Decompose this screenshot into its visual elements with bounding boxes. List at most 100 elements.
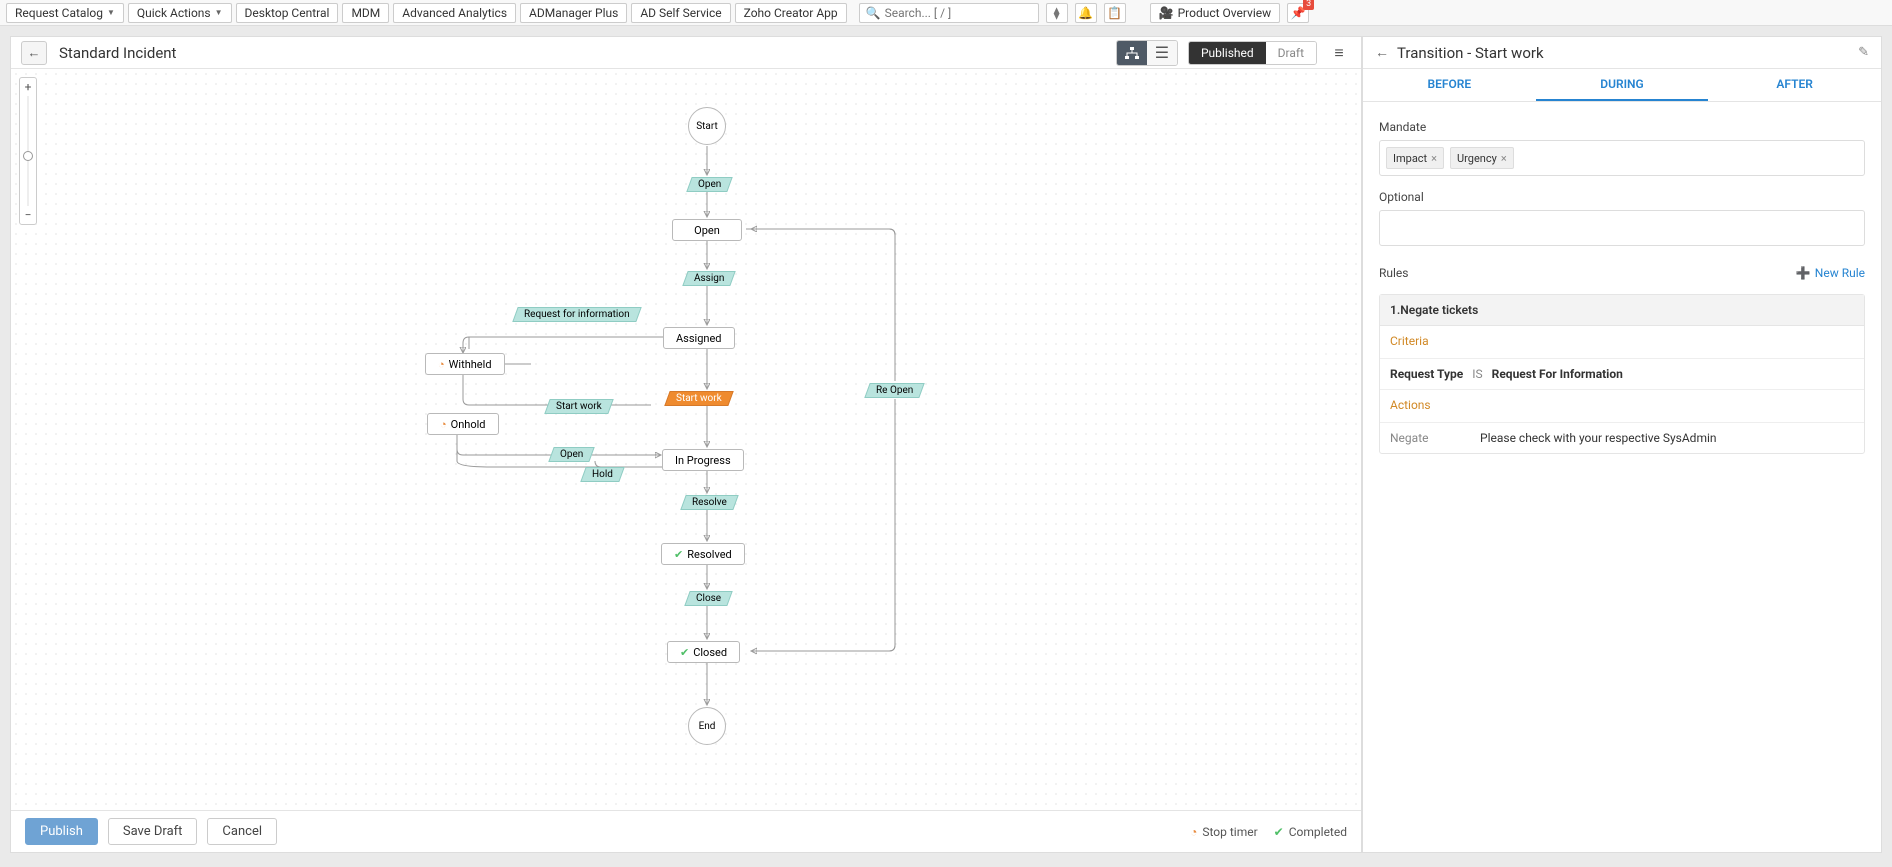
- workflow-canvas-panel: ← Standard Incident ☰ Published Draft ≡ …: [10, 36, 1362, 853]
- action-row: Negate Please check with your respective…: [1390, 431, 1854, 445]
- diagram-view-button[interactable]: [1117, 41, 1147, 65]
- search-input[interactable]: [885, 6, 1032, 20]
- criteria-operator: IS: [1466, 367, 1488, 381]
- nav-link[interactable]: Zoho Creator App: [735, 3, 847, 23]
- state-label: Resolved: [687, 548, 732, 561]
- transition-start-work[interactable]: Start work: [544, 399, 613, 414]
- state-withheld[interactable]: ◔Withheld: [425, 353, 505, 375]
- remove-tag-icon[interactable]: ×: [1431, 152, 1437, 165]
- nav-link[interactable]: MDM: [342, 3, 389, 23]
- pin-badge: 3: [1303, 0, 1314, 10]
- clipboard-icon[interactable]: 📋: [1104, 3, 1126, 23]
- transition-label: Re Open: [876, 385, 913, 396]
- state-closed[interactable]: ✔Closed: [667, 641, 740, 663]
- rule-item: 1.Negate tickets Criteria Request Type I…: [1379, 294, 1865, 454]
- caret-down-icon: ▼: [215, 8, 223, 17]
- publish-button[interactable]: Publish: [25, 818, 98, 845]
- transition-open-alt[interactable]: Open: [548, 447, 595, 462]
- quick-actions-label: Quick Actions: [137, 6, 211, 20]
- transition-panel: ← Transition - Start work ✎ BEFORE DURIN…: [1362, 36, 1882, 853]
- transition-reopen[interactable]: Re Open: [864, 383, 925, 398]
- people-icon[interactable]: ⧫: [1046, 3, 1068, 23]
- state-onhold[interactable]: ◔ Onhold: [427, 413, 499, 435]
- timer-icon: ◔: [438, 358, 445, 371]
- list-view-button[interactable]: ☰: [1147, 41, 1177, 65]
- transition-start-work-selected[interactable]: Start work: [664, 391, 733, 406]
- zoom-control: + −: [19, 77, 37, 225]
- transition-tabs: BEFORE DURING AFTER: [1363, 69, 1881, 102]
- caret-down-icon: ▼: [107, 8, 115, 17]
- timer-icon: ◔: [440, 418, 447, 431]
- state-label: Onhold: [451, 418, 486, 431]
- tab-during[interactable]: DURING: [1536, 69, 1709, 101]
- product-overview-label: Product Overview: [1178, 6, 1272, 20]
- legend-label: Completed: [1289, 825, 1347, 839]
- request-catalog-dropdown[interactable]: Request Catalog ▼: [6, 3, 124, 23]
- plus-icon: ➕: [1796, 266, 1811, 280]
- check-icon: ✔: [680, 646, 689, 659]
- state-label: Assigned: [676, 332, 722, 345]
- nav-link[interactable]: ADManager Plus: [520, 3, 627, 23]
- canvas-header: ← Standard Incident ☰ Published Draft ≡: [11, 37, 1361, 69]
- panel-body: Mandate Impact× Urgency× Optional Rules …: [1363, 102, 1881, 852]
- panel-back-button[interactable]: ←: [1375, 44, 1389, 61]
- view-toggle: ☰: [1116, 40, 1178, 66]
- canvas[interactable]: + −: [11, 69, 1361, 810]
- rule-title[interactable]: 1.Negate tickets: [1380, 295, 1864, 326]
- request-catalog-label: Request Catalog: [15, 6, 103, 20]
- product-overview-button[interactable]: 🎥 Product Overview: [1150, 3, 1281, 23]
- nav-link[interactable]: Advanced Analytics: [393, 3, 516, 23]
- criteria-line: Request Type IS Request For Information: [1390, 367, 1854, 381]
- panel-header: ← Transition - Start work ✎: [1363, 37, 1881, 69]
- transition-label: Close: [696, 593, 721, 604]
- state-open[interactable]: Open: [672, 219, 742, 241]
- quick-actions-dropdown[interactable]: Quick Actions ▼: [128, 3, 232, 23]
- state-resolved[interactable]: ✔Resolved: [661, 543, 745, 565]
- criteria-heading: Criteria: [1390, 334, 1854, 348]
- transition-request-for-information[interactable]: Request for information: [512, 307, 641, 322]
- bell-icon[interactable]: 🔔: [1075, 3, 1097, 23]
- legend-completed: ✔Completed: [1274, 825, 1347, 839]
- transition-close[interactable]: Close: [684, 591, 733, 606]
- tab-before[interactable]: BEFORE: [1363, 69, 1536, 101]
- transition-resolve[interactable]: Resolve: [680, 495, 738, 510]
- cancel-button[interactable]: Cancel: [207, 818, 277, 845]
- edit-icon[interactable]: ✎: [1858, 45, 1869, 60]
- tag-label: Urgency: [1457, 152, 1497, 165]
- mandate-field[interactable]: Impact × Urgency ×: [1379, 140, 1865, 176]
- tag-impact[interactable]: Impact ×: [1386, 147, 1444, 169]
- global-search[interactable]: 🔍: [859, 3, 1039, 23]
- zoom-out-button[interactable]: −: [20, 206, 36, 224]
- optional-label: Optional: [1379, 190, 1865, 204]
- tab-after[interactable]: AFTER: [1708, 69, 1881, 101]
- rules-label: Rules: [1379, 266, 1408, 280]
- optional-field[interactable]: [1379, 210, 1865, 246]
- transition-hold[interactable]: Hold: [580, 467, 624, 482]
- pin-button[interactable]: 📌3: [1287, 3, 1309, 23]
- menu-button[interactable]: ≡: [1327, 41, 1351, 65]
- tag-label: Impact: [1393, 152, 1427, 165]
- start-node[interactable]: Start: [688, 107, 726, 145]
- legend-label: Stop timer: [1202, 825, 1257, 839]
- published-tab[interactable]: Published: [1189, 42, 1266, 64]
- new-rule-button[interactable]: ➕New Rule: [1796, 266, 1865, 280]
- nav-link[interactable]: Desktop Central: [236, 3, 339, 23]
- state-in-progress[interactable]: In Progress: [662, 449, 744, 471]
- tag-urgency[interactable]: Urgency ×: [1450, 147, 1514, 169]
- back-button[interactable]: ←: [21, 41, 47, 65]
- save-draft-button[interactable]: Save Draft: [108, 818, 198, 845]
- criteria-field: Request Type: [1390, 367, 1463, 381]
- nav-link[interactable]: AD Self Service: [631, 3, 730, 23]
- canvas-footer: Publish Save Draft Cancel ◔Stop timer ✔C…: [11, 810, 1361, 852]
- transition-label: Open: [560, 449, 583, 460]
- transition-assign[interactable]: Assign: [682, 271, 736, 286]
- zoom-thumb[interactable]: [23, 151, 33, 161]
- draft-tab[interactable]: Draft: [1266, 42, 1316, 64]
- transition-open[interactable]: Open: [686, 177, 733, 192]
- zoom-track[interactable]: [20, 96, 36, 206]
- zoom-in-button[interactable]: +: [20, 78, 36, 96]
- end-node[interactable]: End: [688, 707, 726, 745]
- state-assigned[interactable]: Assigned: [663, 327, 735, 349]
- remove-tag-icon[interactable]: ×: [1501, 152, 1507, 165]
- mandate-label: Mandate: [1379, 120, 1865, 134]
